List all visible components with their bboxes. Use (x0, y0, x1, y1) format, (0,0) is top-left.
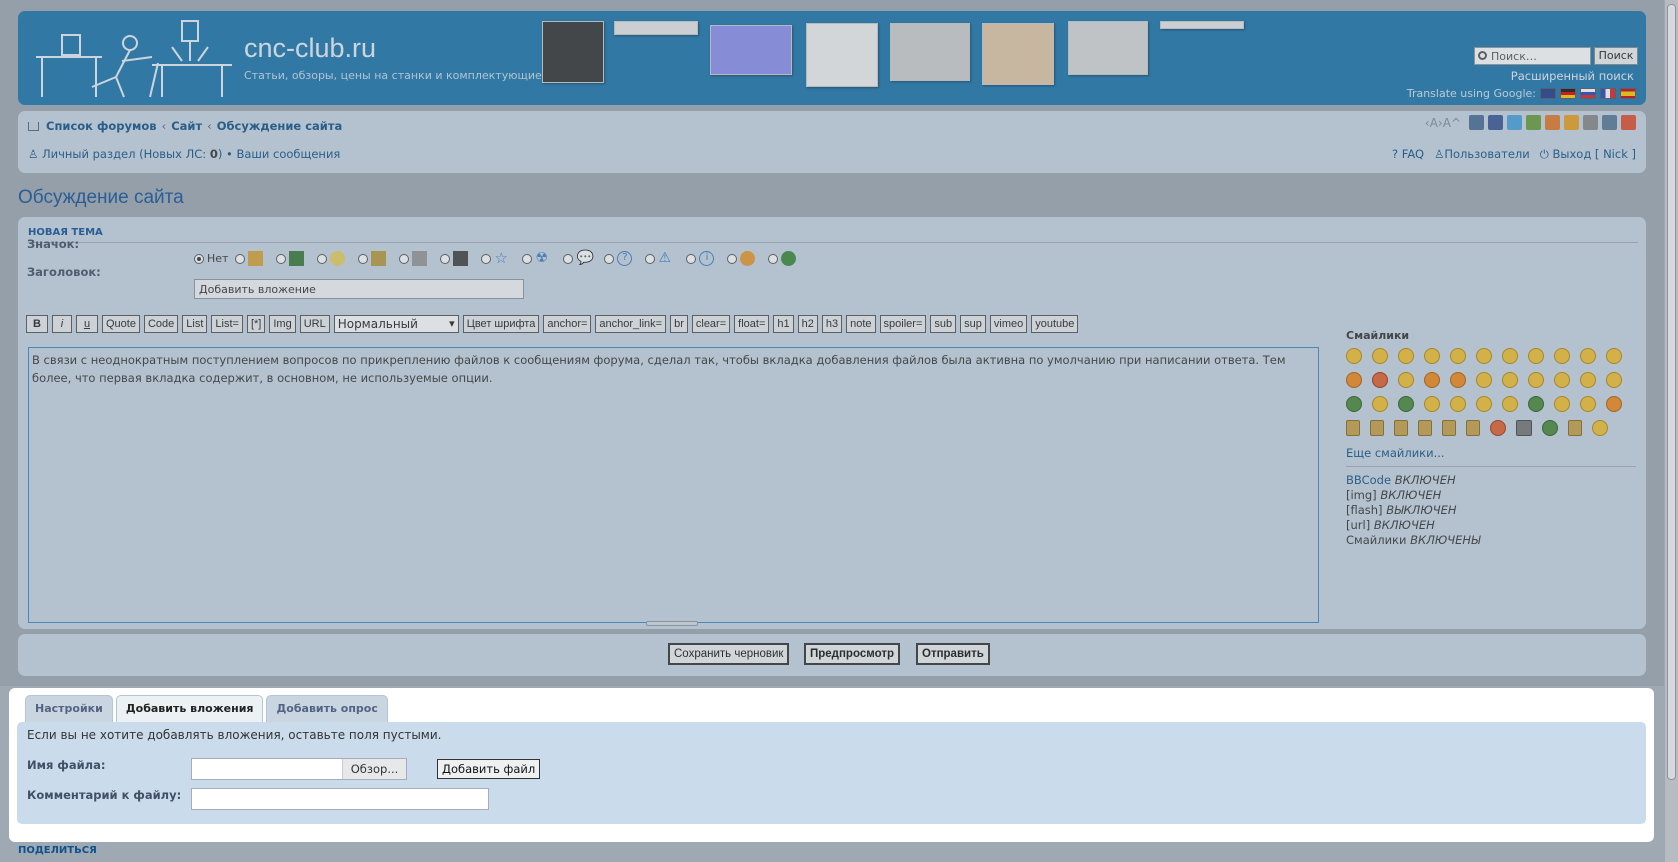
page-scrollbar[interactable] (1664, 0, 1678, 862)
add-file-button[interactable]: Добавить файл (437, 759, 541, 779)
file-comment-input[interactable] (191, 788, 489, 810)
attachment-form: Если вы не хотите добавлять вложения, ос… (17, 722, 1646, 824)
dim-overlay (0, 0, 1664, 686)
tab-add-poll[interactable]: Добавить опрос (266, 695, 388, 722)
tab-settings[interactable]: Настройки (25, 695, 113, 722)
scrollbar-thumb[interactable] (1667, 4, 1676, 780)
share-heading: ПОДЕЛИТЬСЯ (18, 845, 97, 856)
tab-add-attachments[interactable]: Добавить вложения (115, 695, 264, 723)
attachments-panel: Настройки Добавить вложения Добавить опр… (9, 688, 1654, 842)
file-input[interactable]: Обзор... (191, 758, 407, 780)
browse-button[interactable]: Обзор... (342, 759, 406, 779)
filename-label: Имя файла: (27, 758, 106, 772)
comment-label: Комментарий к файлу: (27, 788, 182, 802)
forum-page: cnc-club.ru Статьи, обзоры, цены на стан… (0, 0, 1664, 686)
attachment-tabs: Настройки Добавить вложения Добавить опр… (25, 695, 388, 723)
attachment-info: Если вы не хотите добавлять вложения, ос… (27, 728, 442, 742)
